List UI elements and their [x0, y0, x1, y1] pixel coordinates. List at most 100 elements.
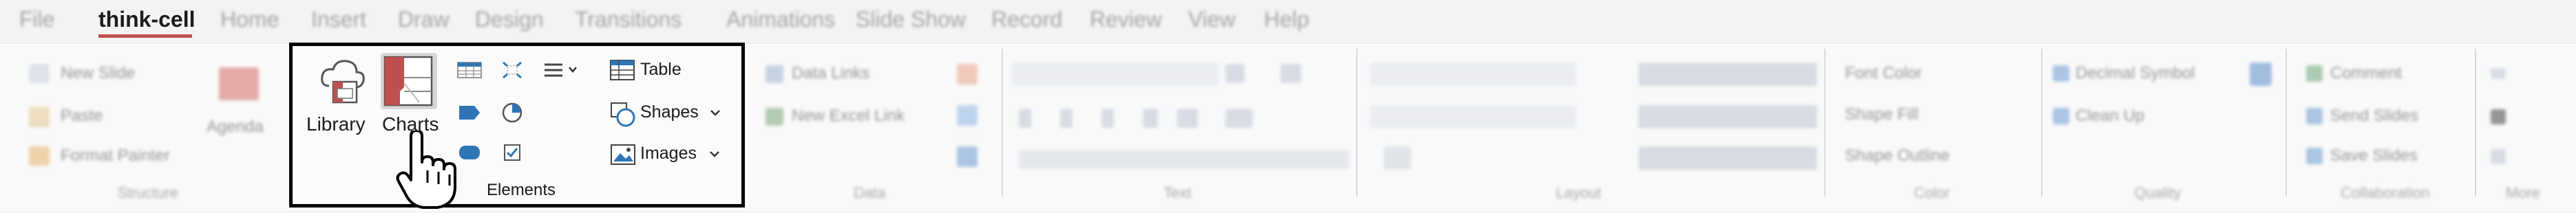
- comment-button[interactable]: Comment: [2330, 64, 2402, 83]
- group-structure: New Slide Paste Format Painter Agenda St…: [0, 43, 282, 212]
- tab-think-cell[interactable]: think-cell: [98, 7, 195, 32]
- paste-button[interactable]: Paste: [61, 106, 103, 126]
- text-icon-a[interactable]: [1225, 64, 1245, 83]
- align-row-3[interactable]: [1638, 146, 1817, 170]
- italic-icon[interactable]: [1060, 109, 1073, 128]
- tab-home[interactable]: Home: [220, 7, 279, 32]
- shapes-button[interactable]: Shapes: [640, 102, 699, 122]
- layout-row-1[interactable]: [1370, 63, 1576, 86]
- table-grid-icon[interactable]: [456, 60, 483, 80]
- send-slides-icon: [2306, 108, 2323, 124]
- save-slides-icon: [2306, 148, 2323, 164]
- text-icon-b[interactable]: [1280, 64, 1301, 83]
- more-icon-1[interactable]: [2491, 68, 2506, 79]
- group-label-collaboration: Collaboration: [2341, 184, 2430, 201]
- ribbon-tab-bar: File think-cell Home Insert Draw Design …: [0, 0, 2576, 43]
- checkbox-icon[interactable]: [500, 141, 524, 164]
- tab-transitions[interactable]: Transitions: [575, 7, 682, 32]
- group-label-quality: Quality: [2134, 184, 2182, 201]
- font-color-button[interactable]: Font Color: [1845, 64, 1922, 83]
- group-quality: Decimal Symbol Clean Up Quality: [2045, 43, 2279, 212]
- shape-outline-button[interactable]: Shape Outline: [1845, 146, 1950, 166]
- tab-review[interactable]: Review: [1090, 7, 1162, 32]
- comment-icon: [2306, 65, 2323, 82]
- clean-up-icon: [2053, 108, 2069, 124]
- group-label-more: More: [2506, 184, 2541, 201]
- quality-icon[interactable]: [2250, 63, 2272, 86]
- layout-row-2[interactable]: [1370, 105, 1576, 128]
- highlight-icon[interactable]: [1143, 109, 1158, 128]
- shapes-icon[interactable]: [609, 101, 637, 127]
- group-label-layout: Layout: [1556, 184, 1602, 201]
- data-links-button[interactable]: Data Links: [792, 64, 869, 83]
- tab-record[interactable]: Record: [991, 7, 1062, 32]
- charts-icon[interactable]: [381, 53, 437, 109]
- agenda-icon: [219, 67, 259, 100]
- more-icon-3[interactable]: [2491, 149, 2506, 164]
- harvey-ball-icon[interactable]: [500, 101, 524, 124]
- format-painter-icon: [29, 146, 50, 166]
- tab-view[interactable]: View: [1188, 7, 1236, 32]
- more-icon-2[interactable]: [2491, 109, 2506, 124]
- group-label-elements: Elements: [487, 181, 556, 199]
- new-excel-link-button[interactable]: New Excel Link: [792, 106, 905, 126]
- library-button[interactable]: Library: [306, 113, 366, 135]
- shape-fill-button[interactable]: Shape Fill: [1845, 105, 1919, 124]
- group-separator: [1002, 49, 1003, 197]
- text-icon-d[interactable]: [1225, 109, 1253, 128]
- align-row-2[interactable]: [1638, 105, 1817, 128]
- tab-draw[interactable]: Draw: [398, 7, 450, 32]
- data-icon-3: [957, 146, 978, 167]
- group-separator: [2285, 49, 2287, 197]
- bold-icon[interactable]: [1019, 109, 1031, 128]
- decimal-symbol-icon: [2053, 65, 2069, 82]
- send-slides-button[interactable]: Send Slides: [2330, 106, 2418, 126]
- save-slides-button[interactable]: Save Slides: [2330, 146, 2418, 166]
- group-label-text: Text: [1163, 184, 1192, 201]
- tab-insert[interactable]: Insert: [311, 7, 366, 32]
- new-slide-button[interactable]: New Slide: [61, 64, 135, 83]
- format-painter-button[interactable]: Format Painter: [61, 146, 170, 166]
- list-dropdown-icon[interactable]: [543, 60, 582, 80]
- align-row-1[interactable]: [1638, 63, 1817, 86]
- tab-slide-show[interactable]: Slide Show: [856, 7, 966, 32]
- expand-icon[interactable]: [500, 60, 524, 80]
- group-label-color: Color: [1914, 184, 1950, 201]
- group-label-data: Data: [854, 184, 886, 201]
- excel-icon: [766, 108, 783, 126]
- library-icon[interactable]: [317, 54, 369, 106]
- data-links-icon: [766, 65, 783, 83]
- group-more: More: [2478, 43, 2576, 212]
- group-label-structure: Structure: [117, 184, 179, 201]
- clean-up-button[interactable]: Clean Up: [2076, 106, 2144, 126]
- hand-cursor-icon: [396, 129, 458, 213]
- decimal-symbol-button[interactable]: Decimal Symbol: [2076, 64, 2195, 83]
- chevron-label-icon[interactable]: [456, 102, 483, 123]
- font-box[interactable]: [1012, 63, 1218, 86]
- tab-file[interactable]: File: [19, 7, 55, 32]
- group-collaboration: Comment Send Slides Save Slides Collabor…: [2292, 43, 2478, 212]
- shapes-chevron-down-icon[interactable]: [709, 108, 721, 117]
- underline-icon[interactable]: [1101, 109, 1114, 128]
- group-color: Font Color Shape Fill Shape Outline Colo…: [1831, 43, 2045, 212]
- tab-animations[interactable]: Animations: [726, 7, 835, 32]
- group-separator: [1356, 49, 1358, 197]
- group-separator: [2475, 49, 2476, 197]
- text-icon-c[interactable]: [1177, 109, 1198, 128]
- paragraph-row[interactable]: [1019, 150, 1349, 169]
- group-data: Data Links New Excel Link Data: [750, 43, 998, 212]
- table-button[interactable]: Table: [640, 60, 682, 80]
- images-button[interactable]: Images: [640, 144, 697, 164]
- data-icon-1: [957, 64, 978, 85]
- tab-design[interactable]: Design: [475, 7, 544, 32]
- images-icon[interactable]: [609, 142, 637, 167]
- rounded-label-icon[interactable]: [456, 142, 483, 163]
- tab-help[interactable]: Help: [1264, 7, 1309, 32]
- active-tab-indicator: [98, 34, 192, 38]
- group-elements: Library Charts Table Shapes Images Eleme…: [289, 43, 745, 208]
- layout-row-3[interactable]: [1384, 146, 1411, 170]
- table-icon[interactable]: [609, 58, 635, 82]
- data-icon-2: [957, 105, 978, 126]
- images-chevron-down-icon[interactable]: [708, 149, 721, 159]
- agenda-button[interactable]: Agenda: [207, 117, 264, 137]
